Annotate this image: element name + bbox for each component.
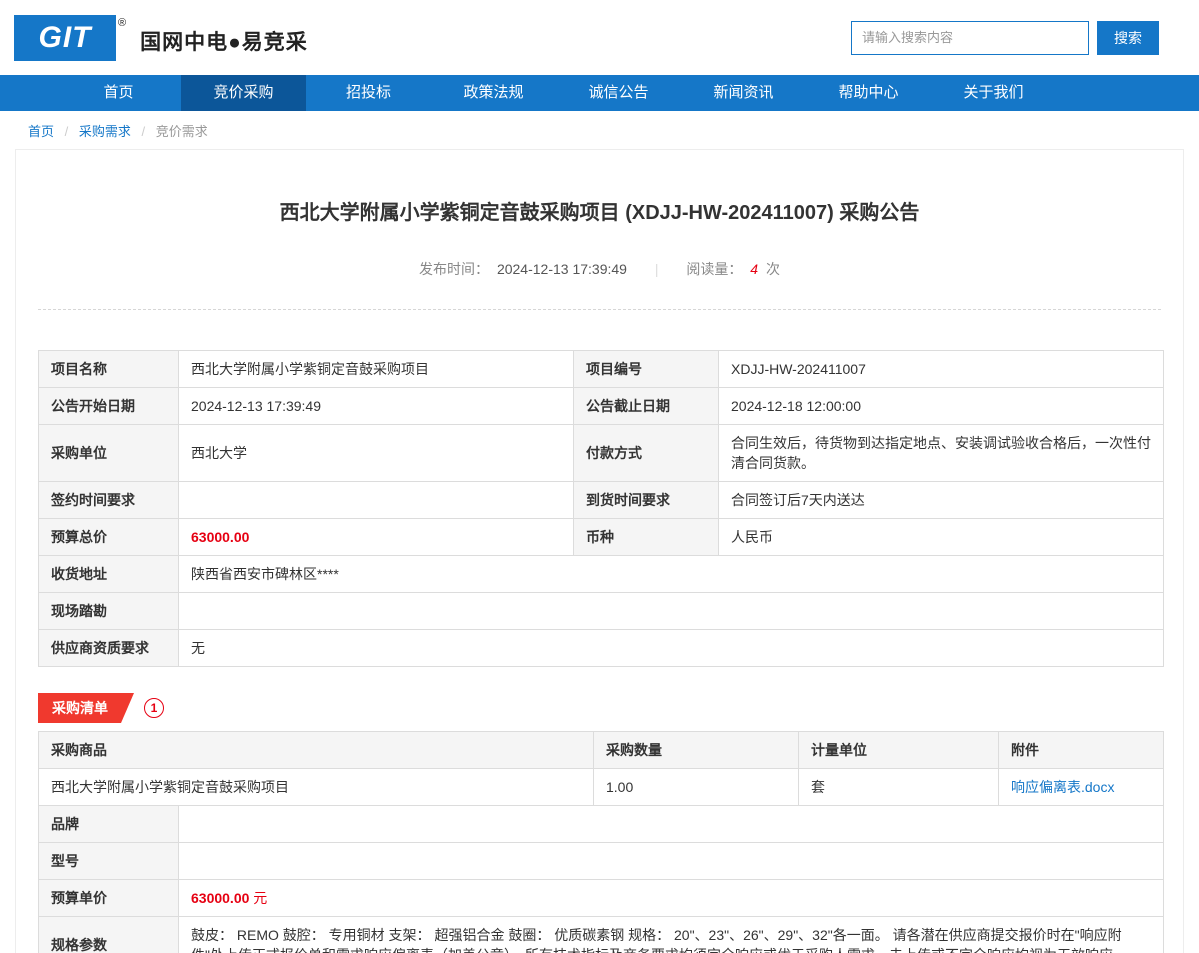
detail-label: 供应商资质要求 — [39, 630, 179, 667]
column-header-unit: 计量单位 — [799, 732, 999, 769]
dashed-divider — [38, 309, 1161, 310]
model-value — [179, 843, 1164, 880]
detail-label: 项目名称 — [39, 351, 179, 388]
nav-item-about-us[interactable]: 关于我们 — [931, 75, 1056, 111]
nav-item-integrity-notice[interactable]: 诚信公告 — [556, 75, 681, 111]
budget-total-price: 63000.00 — [179, 519, 574, 556]
table-row: 预算总价 63000.00 币种 人民币 — [39, 519, 1164, 556]
table-header-row: 采购商品 采购数量 计量单位 附件 — [39, 732, 1164, 769]
breadcrumb-current: 竞价需求 — [156, 124, 208, 139]
purchase-list-header: 采购清单 1 — [38, 693, 1161, 723]
brand: GIT ® 国网中电●易竞采 — [14, 15, 308, 61]
attachment-link[interactable]: 响应偏离表.docx — [1011, 779, 1114, 795]
detail-label: 签约时间要求 — [39, 482, 179, 519]
table-row: 西北大学附属小学紫铜定音鼓采购项目 1.00 套 响应偏离表.docx — [39, 769, 1164, 806]
column-header-attachment: 附件 — [999, 732, 1164, 769]
search-button[interactable]: 搜索 — [1097, 21, 1159, 55]
breadcrumb-separator: / — [142, 124, 146, 139]
publish-time-label: 发布时间： — [419, 261, 489, 277]
logo-text: GIT — [39, 21, 92, 55]
site-header: GIT ® 国网中电●易竞采 搜索 — [0, 0, 1199, 75]
detail-label: 项目编号 — [574, 351, 719, 388]
product-table: 采购商品 采购数量 计量单位 附件 西北大学附属小学紫铜定音鼓采购项目 1.00… — [38, 731, 1164, 953]
detail-value: 无 — [179, 630, 1164, 667]
search-bar: 搜索 — [851, 21, 1159, 55]
project-detail-table: 项目名称 西北大学附属小学紫铜定音鼓采购项目 项目编号 XDJJ-HW-2024… — [38, 350, 1164, 667]
detail-value: 合同签订后7天内送达 — [719, 482, 1164, 519]
detail-value: 2024-12-18 12:00:00 — [719, 388, 1164, 425]
nav-item-bidding-purchase[interactable]: 竞价采购 — [181, 75, 306, 111]
table-row: 公告开始日期 2024-12-13 17:39:49 公告截止日期 2024-1… — [39, 388, 1164, 425]
table-row: 采购单位 西北大学 付款方式 合同生效后，待货物到达指定地点、安装调试验收合格后… — [39, 425, 1164, 482]
purchase-list-ribbon: 采购清单 — [38, 693, 134, 723]
detail-label: 预算总价 — [39, 519, 179, 556]
column-header-quantity: 采购数量 — [594, 732, 799, 769]
breadcrumb-home[interactable]: 首页 — [28, 124, 54, 139]
item-count-badge: 1 — [144, 698, 164, 718]
product-name: 西北大学附属小学紫铜定音鼓采购项目 — [39, 769, 594, 806]
table-row: 签约时间要求 到货时间要求 合同签订后7天内送达 — [39, 482, 1164, 519]
unit-price-amount: 63000.00 — [191, 890, 249, 906]
site-name: 国网中电●易竞采 — [140, 26, 308, 56]
detail-value: 合同生效后，待货物到达指定地点、安装调试验收合格后，一次性付清合同货款。 — [719, 425, 1164, 482]
table-row: 项目名称 西北大学附属小学紫铜定音鼓采购项目 项目编号 XDJJ-HW-2024… — [39, 351, 1164, 388]
publish-time-value: 2024-12-13 17:39:49 — [497, 261, 627, 277]
detail-label: 币种 — [574, 519, 719, 556]
breadcrumb: 首页 / 采购需求 / 竞价需求 — [0, 111, 1199, 149]
detail-value: XDJJ-HW-202411007 — [719, 351, 1164, 388]
product-quantity: 1.00 — [594, 769, 799, 806]
product-unit: 套 — [799, 769, 999, 806]
nav-item-home[interactable]: 首页 — [56, 75, 181, 111]
breadcrumb-separator: / — [65, 124, 69, 139]
detail-label: 现场踏勘 — [39, 593, 179, 630]
unit-price-value: 63000.00 元 — [179, 880, 1164, 917]
table-row: 规格参数 鼓皮： REMO 鼓腔： 专用铜材 支架： 超强铝合金 鼓圈： 优质碳… — [39, 917, 1164, 953]
spec-value: 鼓皮： REMO 鼓腔： 专用铜材 支架： 超强铝合金 鼓圈： 优质碳素钢 规格… — [179, 917, 1164, 953]
purchase-list-label: 采购清单 — [52, 700, 108, 716]
table-row: 供应商资质要求 无 — [39, 630, 1164, 667]
views-unit: 次 — [766, 261, 780, 277]
nav-item-help-center[interactable]: 帮助中心 — [806, 75, 931, 111]
search-input[interactable] — [851, 21, 1089, 55]
detail-value — [179, 482, 574, 519]
brand-value — [179, 806, 1164, 843]
unit-price-label: 预算单价 — [39, 880, 179, 917]
nav-item-news[interactable]: 新闻资讯 — [681, 75, 806, 111]
breadcrumb-purchase-demand[interactable]: 采购需求 — [79, 124, 131, 139]
spec-label: 规格参数 — [39, 917, 179, 953]
table-row: 收货地址 陕西省西安市碑林区**** — [39, 556, 1164, 593]
model-label: 型号 — [39, 843, 179, 880]
detail-value: 2024-12-13 17:39:49 — [179, 388, 574, 425]
announcement-title: 西北大学附属小学紫铜定音鼓采购项目 (XDJJ-HW-202411007) 采购… — [38, 196, 1161, 225]
detail-value: 西北大学 — [179, 425, 574, 482]
table-row: 品牌 — [39, 806, 1164, 843]
table-row: 预算单价 63000.00 元 — [39, 880, 1164, 917]
brand-label: 品牌 — [39, 806, 179, 843]
announcement-meta: 发布时间： 2024-12-13 17:39:49 | 阅读量： 4 次 — [38, 259, 1161, 279]
nav-item-tender[interactable]: 招投标 — [306, 75, 431, 111]
announcement-card: 西北大学附属小学紫铜定音鼓采购项目 (XDJJ-HW-202411007) 采购… — [15, 149, 1184, 953]
detail-label: 公告截止日期 — [574, 388, 719, 425]
unit-price-currency: 元 — [253, 890, 267, 906]
detail-label: 付款方式 — [574, 425, 719, 482]
detail-value: 人民币 — [719, 519, 1164, 556]
detail-value — [179, 593, 1164, 630]
main-nav: 首页 竞价采购 招投标 政策法规 诚信公告 新闻资讯 帮助中心 关于我们 — [0, 75, 1199, 111]
detail-value: 西北大学附属小学紫铜定音鼓采购项目 — [179, 351, 574, 388]
detail-label: 到货时间要求 — [574, 482, 719, 519]
table-row: 现场踏勘 — [39, 593, 1164, 630]
column-header-product: 采购商品 — [39, 732, 594, 769]
table-row: 型号 — [39, 843, 1164, 880]
site-logo[interactable]: GIT — [14, 15, 116, 61]
product-attachment-cell: 响应偏离表.docx — [999, 769, 1164, 806]
detail-label: 采购单位 — [39, 425, 179, 482]
detail-label: 公告开始日期 — [39, 388, 179, 425]
detail-label: 收货地址 — [39, 556, 179, 593]
nav-item-policy[interactable]: 政策法规 — [431, 75, 556, 111]
detail-value: 陕西省西安市碑林区**** — [179, 556, 1164, 593]
registered-trademark-mark: ® — [118, 17, 126, 29]
views-count: 4 — [750, 261, 758, 277]
meta-divider: | — [655, 261, 659, 277]
views-label: 阅读量： — [686, 261, 742, 277]
